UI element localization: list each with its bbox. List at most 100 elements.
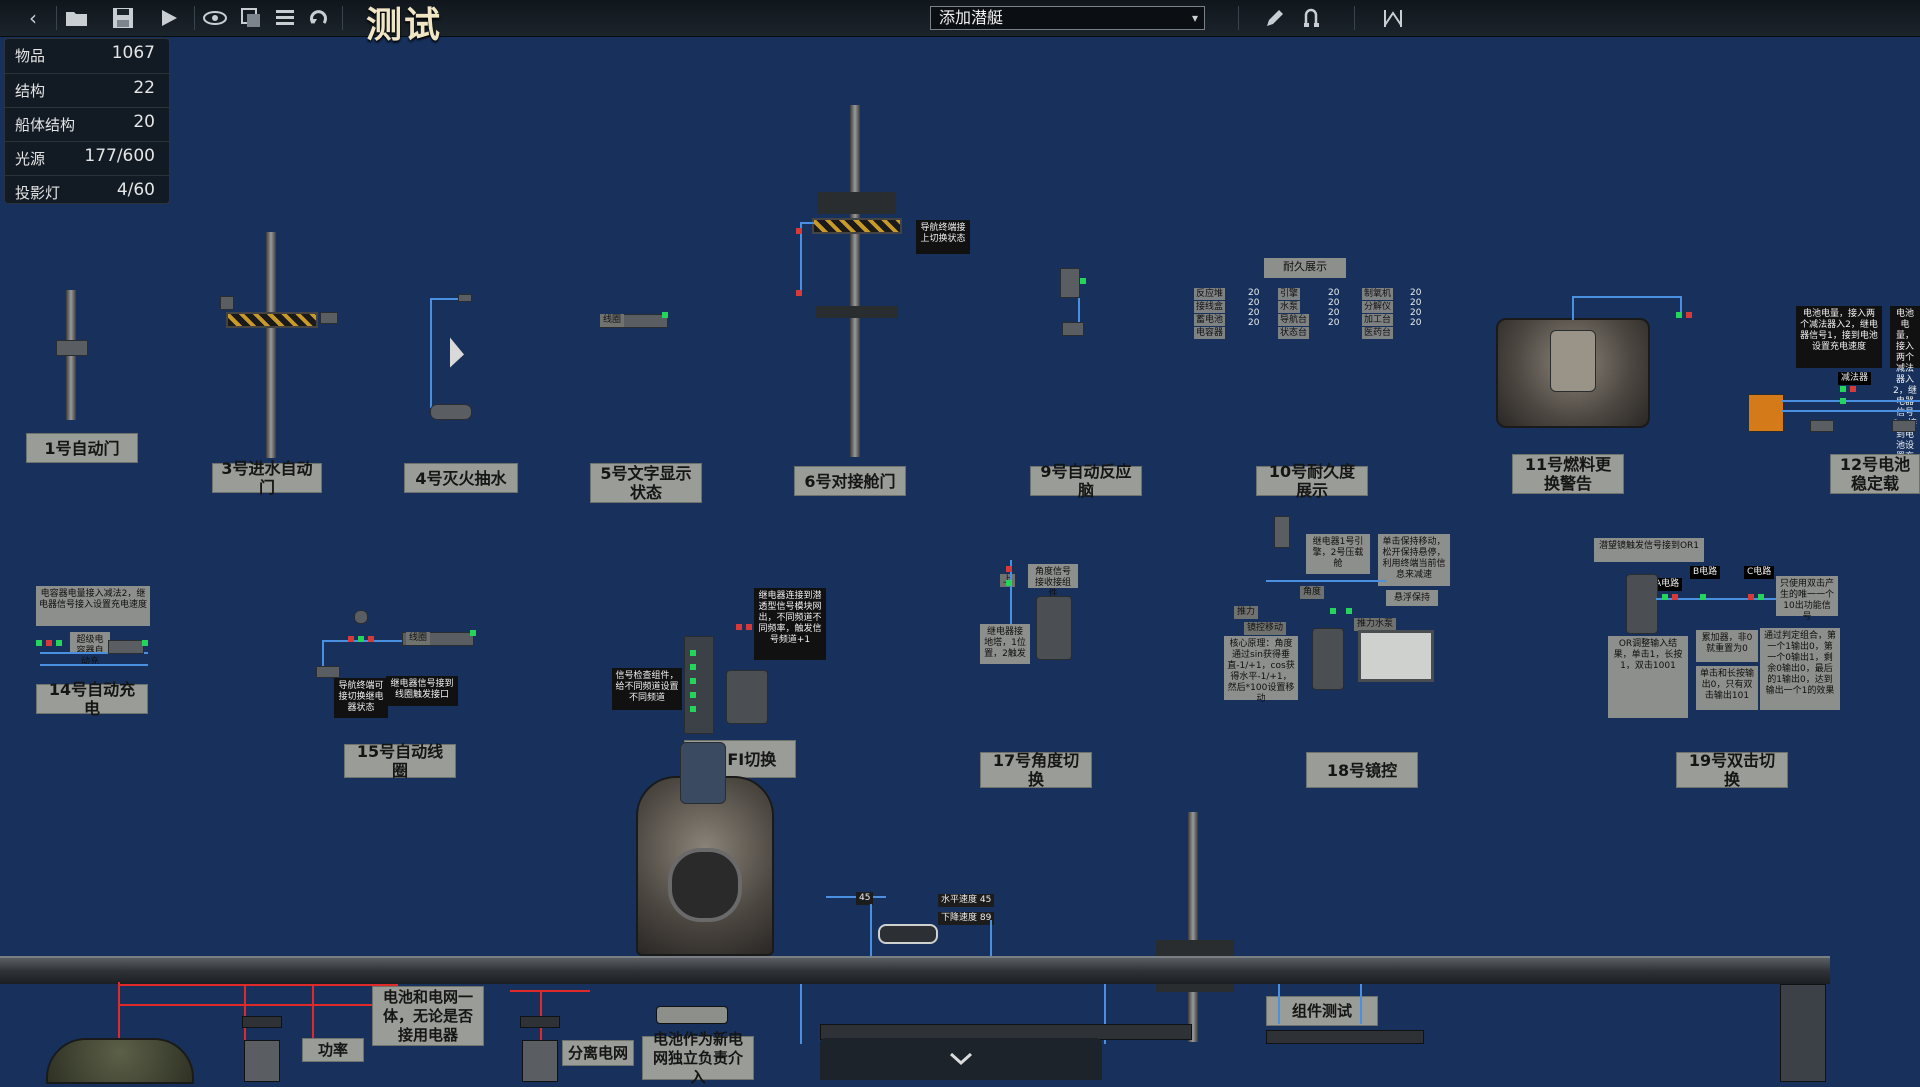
signal-panel[interactable] (684, 636, 714, 734)
wiring-icon[interactable] (1298, 4, 1328, 32)
label-12: 12号电池稳定载 (1830, 454, 1920, 494)
toolbar-separator (1354, 6, 1355, 30)
wire (1572, 296, 1682, 298)
sensor[interactable] (458, 294, 472, 302)
table-cell: 20 (1410, 308, 1422, 318)
pump[interactable] (320, 312, 338, 324)
sensor[interactable] (354, 610, 368, 624)
navigation-device[interactable] (878, 924, 938, 944)
stat-label: 结构 (15, 82, 46, 100)
table-cell: 20 (1248, 308, 1260, 318)
led-green (1676, 312, 1682, 318)
led-green (1758, 594, 1764, 600)
stat-label: 物品 (15, 47, 46, 65)
stat-value: 1067 (111, 43, 155, 63)
stat-label: 光源 (15, 150, 46, 168)
submarine-select[interactable]: 添加潜艇 ▾ (930, 6, 1205, 30)
note-18c: 悬浮保持 (1386, 590, 1438, 606)
led-red (1686, 312, 1692, 318)
waypoint-icon[interactable] (1378, 4, 1408, 32)
sensor[interactable] (1274, 516, 1290, 548)
toolbar-separator (342, 6, 343, 30)
table-cell: 电容器 (1194, 327, 1226, 339)
sensor[interactable] (1062, 322, 1084, 336)
periscope-component[interactable] (1626, 574, 1658, 634)
relay[interactable] (1892, 420, 1916, 432)
label-bottom3: 分离电网 (562, 1040, 634, 1066)
periscope-component[interactable] (1312, 628, 1344, 690)
angle-component[interactable] (1036, 596, 1072, 660)
label-17: 17号角度切换 (980, 751, 1092, 789)
stats-panel: 物品 1067 结构 22 船体结构 20 光源 177/600 投影灯 4/6… (4, 38, 170, 204)
wifi-component[interactable] (726, 670, 768, 724)
table-cell: 水泵 (1278, 301, 1301, 313)
relay[interactable] (1810, 420, 1834, 432)
docking-hatch[interactable] (812, 218, 902, 234)
power-wire (510, 990, 590, 992)
note-12: 电池电量，接入两个减法器入2，继电器信号1，接到电池设置充电速度 (1796, 306, 1882, 368)
note-18f: 角度 (1300, 586, 1325, 599)
table-cell: 20 (1328, 288, 1340, 298)
docking-hatch-column[interactable] (850, 105, 860, 457)
led-red (1006, 566, 1012, 572)
stat-value: 4/60 (116, 180, 155, 200)
power-wire (118, 984, 398, 986)
note-18e: 核心原理：角度通过sin获得垂直-1/+1，cos获得水平-1/+1，然后*10… (1224, 636, 1298, 704)
label-bottom4: 电池作为新电网独立负责介入 (642, 1030, 754, 1086)
locker[interactable] (522, 1040, 558, 1082)
junction-box[interactable] (242, 1016, 282, 1028)
junction-box[interactable] (520, 1016, 560, 1028)
bottom-panel-toggle[interactable] (820, 1038, 1102, 1080)
led-red (796, 228, 802, 234)
led-green (36, 640, 42, 646)
led-green (470, 630, 476, 636)
table-cell: 加工台 (1362, 314, 1394, 326)
supercapacitor[interactable] (108, 640, 144, 654)
door-vertical[interactable] (1188, 812, 1198, 1042)
label-4: 4号灭火抽水 (404, 463, 518, 493)
door-button[interactable] (56, 340, 88, 356)
list-icon[interactable] (270, 4, 300, 32)
note-18d: 推力 (1234, 606, 1259, 619)
locker[interactable] (244, 1040, 280, 1082)
dropdown-caret-icon: ▾ (1191, 11, 1198, 25)
durability-column: 20 20 20 20 (1248, 288, 1268, 328)
navigation-terminal[interactable] (316, 666, 340, 678)
led-red (1850, 386, 1856, 392)
table-cell: 20 (1410, 318, 1422, 328)
monitor-screen[interactable] (1358, 630, 1434, 682)
reactor-controller[interactable] (1060, 268, 1080, 298)
back-icon[interactable]: ‹ (18, 4, 48, 32)
play-icon[interactable] (154, 4, 184, 32)
note-19g: B电路 (1690, 566, 1721, 579)
pump[interactable] (430, 404, 472, 420)
led-red (746, 624, 752, 630)
table-cell: 蓄电池 (1194, 314, 1226, 326)
hatch-horizontal[interactable] (226, 312, 318, 328)
note-19f: 通过判定组合，第一个1输出0，第一个0输出1，剩余0输出0，最后的1输出0，达到… (1760, 628, 1840, 710)
table-cell: 反应堆 (1194, 288, 1226, 300)
label-10: 10号耐久度展示 (1256, 462, 1368, 500)
folder-open-icon[interactable] (62, 4, 92, 32)
label-1: 1号自动门 (26, 433, 138, 463)
note-19b: OR调整输入结果，单击1，长按1，双击1001 (1608, 636, 1688, 718)
stat-value: 177/600 (84, 146, 155, 166)
led-green (1346, 608, 1352, 614)
visibility-icon[interactable] (200, 4, 230, 32)
undo-icon[interactable] (304, 4, 334, 32)
layers-icon[interactable] (236, 4, 266, 32)
pencil-icon[interactable] (1260, 4, 1290, 32)
stat-row: 结构 22 (5, 73, 169, 104)
floppy-save-icon[interactable] (108, 4, 138, 32)
battery-pack[interactable] (656, 1006, 728, 1024)
sensor[interactable] (220, 296, 234, 310)
battery[interactable] (1748, 394, 1784, 432)
stat-value: 22 (133, 78, 155, 98)
led-green (690, 664, 696, 670)
note-18b: 单击保持移动，松开保持悬停，利用终端当前信息来减速 (1378, 534, 1450, 586)
table-cell: 20 (1410, 288, 1422, 298)
component-row[interactable] (1266, 1030, 1424, 1044)
label-3: 3号进水自动门 (212, 459, 322, 497)
door-vertical[interactable] (266, 232, 276, 458)
label-11: 11号燃料更换警告 (1512, 454, 1624, 494)
